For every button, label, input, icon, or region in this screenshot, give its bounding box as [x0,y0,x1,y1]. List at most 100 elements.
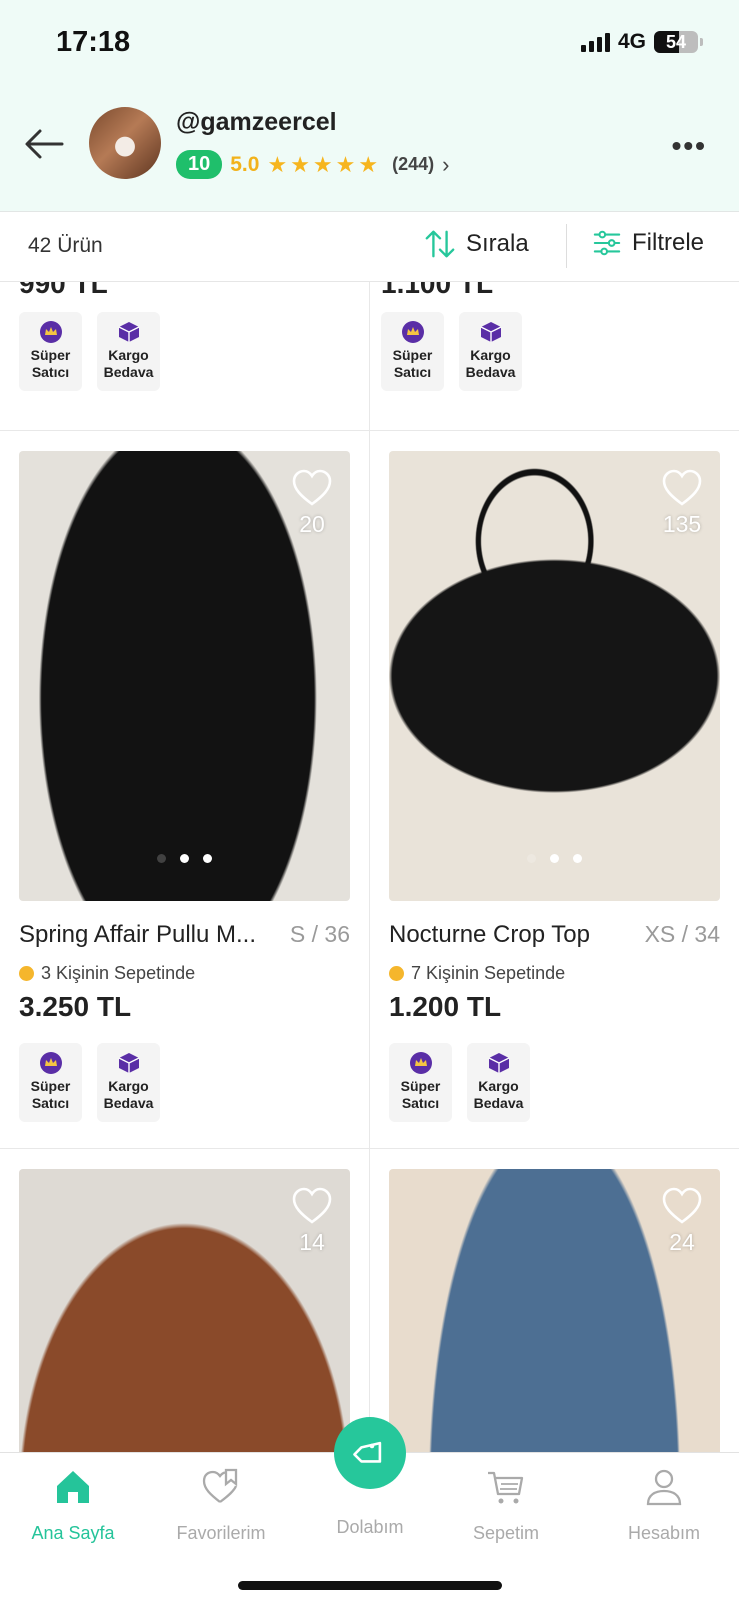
image-pagination [389,854,720,863]
nav-closet-label[interactable]: Dolabım [300,1517,440,1538]
product-image[interactable]: 135 [389,451,720,901]
product-image[interactable]: 24 [389,1169,720,1452]
avatar[interactable] [89,107,161,179]
product-title: Spring Affair Pullu M... [19,921,256,948]
closet-button[interactable] [334,1417,406,1489]
product-image[interactable]: 20 [19,451,350,901]
super-seller-icon [39,321,62,343]
favorite-button[interactable]: 24 [660,1187,704,1256]
super-seller-label: Süper Satıcı [400,1078,441,1111]
favorite-button[interactable]: 135 [660,469,704,538]
nav-account-label: Hesabım [627,1523,701,1543]
star-icon: ★ [358,151,379,177]
filter-button[interactable]: Filtrele [592,228,704,258]
like-count: 14 [299,1229,325,1255]
heart-icon [662,469,702,506]
product-size: S / 36 [289,921,350,947]
product-price: 990 TL [19,282,108,299]
basket-info: 7 Kişinin Sepetinde [389,963,720,984]
nav-account[interactable]: Hesabım [594,1467,734,1544]
nav-cart[interactable]: Sepetim [436,1467,576,1544]
super-seller-badge: Süper Satıcı [381,312,444,391]
super-seller-icon [39,1052,62,1074]
sort-icon [425,230,455,258]
free-shipping-label: Kargo Bedava [103,1078,154,1111]
nav-favorites[interactable]: Favorilerim [151,1467,291,1544]
status-time: 17:18 [56,26,131,58]
super-seller-label: Süper Satıcı [392,347,433,380]
rating-score: 5.0 [230,152,260,176]
product-card[interactable]: 24 [389,1169,720,1452]
nav-home[interactable]: Ana Sayfa [3,1467,143,1544]
product-title: Nocturne Crop Top [389,921,590,948]
free-shipping-label: Kargo Bedava [465,347,516,380]
bottom-navigation: Ana Sayfa Favorilerim Dolabım Sepetim He… [0,1417,739,1600]
rating-row[interactable]: 10 5.0 ★ ★ ★ ★ ★ (244) › [176,150,449,179]
box-icon [480,322,501,342]
chevron-right-icon: › [442,151,450,177]
basket-icon [19,966,34,981]
star-icon: ★ [335,151,356,177]
basket-icon [389,966,404,981]
free-shipping-badge: Kargo Bedava [97,312,160,391]
product-badges: Süper Satıcı Kargo Bedava [389,1043,720,1122]
super-seller-badge: Süper Satıcı [19,312,82,391]
free-shipping-badge: Kargo Bedava [467,1043,530,1122]
favorite-button[interactable]: 20 [290,469,334,538]
box-icon [118,322,139,342]
free-shipping-badge: Kargo Bedava [459,312,522,391]
heart-icon [292,1187,332,1224]
product-badges: Süper Satıcı Kargo Bedava [381,312,522,391]
product-image[interactable]: 14 [19,1169,350,1452]
nav-favorites-label: Favorilerim [176,1523,266,1543]
product-price: 1.200 TL [389,991,502,1022]
sort-button[interactable]: Sırala [424,228,529,260]
battery-level: 54 [665,32,687,52]
like-count: 135 [662,511,702,537]
super-seller-badge: Süper Satıcı [389,1043,452,1122]
nav-home-label: Ana Sayfa [31,1523,115,1543]
free-shipping-label: Kargo Bedava [103,347,154,380]
heart-bookmark-icon [202,1468,238,1503]
heart-icon [662,1187,702,1224]
username[interactable]: @gamzeercel [176,108,337,137]
battery-icon: 54 [654,31,698,53]
filter-sliders-icon [593,230,621,256]
star-icon: ★ [267,151,288,177]
free-shipping-badge: Kargo Bedava [97,1043,160,1122]
super-seller-icon [409,1052,432,1074]
more-options-button[interactable]: ••• [672,130,707,162]
home-indicator [238,1581,502,1590]
basket-info: 3 Kişinin Sepetinde [19,963,350,984]
signal-icon [580,32,610,52]
back-button[interactable] [22,122,66,166]
star-icon: ★ [312,151,333,177]
home-icon [57,1471,89,1503]
basket-count: 3 Kişinin Sepetinde [41,963,196,983]
favorite-button[interactable]: 14 [290,1187,334,1256]
user-icon [646,1469,682,1506]
cart-icon [488,1471,524,1504]
product-card[interactable]: 135 Nocturne Crop Top XS / 34 7 Kişinin … [389,451,720,1122]
nav-cart-label: Sepetim [472,1523,540,1543]
status-indicators: 4G 54 [580,30,703,54]
star-icon: ★ [290,151,310,177]
product-card[interactable]: 14 [19,1169,350,1452]
product-price: 3.250 TL [19,991,132,1022]
heart-icon [292,469,332,506]
network-type: 4G [617,30,646,53]
level-badge: 10 [176,150,223,179]
basket-count: 7 Kişinin Sepetinde [411,963,566,983]
product-badges: Süper Satıcı Kargo Bedava [19,312,160,391]
super-seller-label: Süper Satıcı [30,1078,71,1111]
sort-label: Sırala [466,230,529,257]
sort-filter-bar: 42 Ürün Sırala Filtrele [0,212,739,282]
super-seller-badge: Süper Satıcı [19,1043,82,1122]
product-card[interactable]: 20 Spring Affair Pullu M... S / 36 3 Kiş… [19,451,350,1122]
free-shipping-label: Kargo Bedava [473,1078,524,1111]
super-seller-label: Süper Satıcı [30,347,71,380]
like-count: 24 [669,1229,695,1255]
product-count: 42 Ürün [28,234,103,257]
product-grid: 990 TL 1.100 TL Süper Satıcı Kargo Bedav… [0,282,739,1452]
box-icon [488,1053,509,1073]
